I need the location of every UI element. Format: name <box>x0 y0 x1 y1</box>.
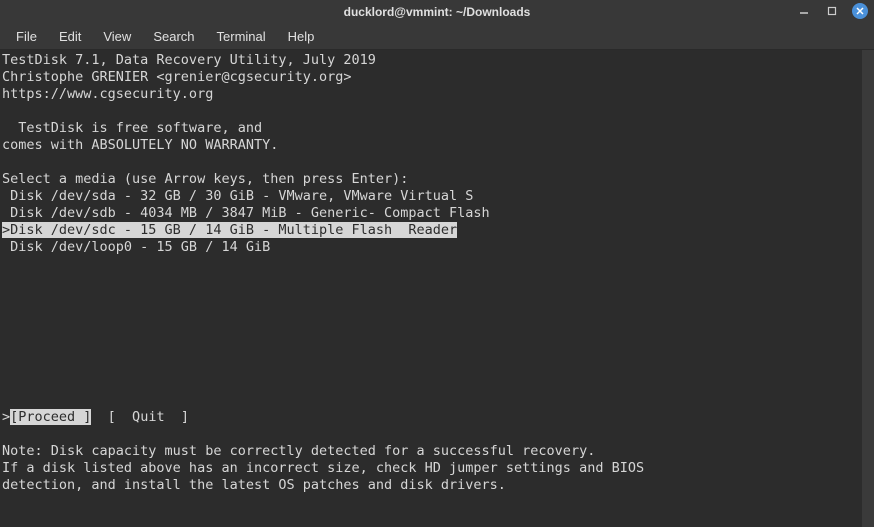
maximize-button[interactable] <box>824 3 840 19</box>
quit-option[interactable]: [ Quit ] <box>91 409 189 425</box>
terminal-output[interactable]: TestDisk 7.1, Data Recovery Utility, Jul… <box>0 50 874 527</box>
minimize-button[interactable] <box>796 3 812 19</box>
note-line: If a disk listed above has an incorrect … <box>2 460 644 476</box>
app-header-line: TestDisk 7.1, Data Recovery Utility, Jul… <box>2 52 376 68</box>
note-line: detection, and install the latest OS pat… <box>2 477 506 493</box>
menu-help[interactable]: Help <box>278 26 325 47</box>
menu-view[interactable]: View <box>93 26 141 47</box>
free-software-line: TestDisk is free software, and <box>2 120 262 136</box>
terminal-scrollbar[interactable] <box>862 50 874 527</box>
window-title: ducklord@vmmint: ~/Downloads <box>344 5 531 19</box>
select-prompt: Select a media (use Arrow keys, then pre… <box>2 171 408 187</box>
menu-terminal[interactable]: Terminal <box>207 26 276 47</box>
disk-option[interactable]: Disk /dev/sda - 32 GB / 30 GiB - VMware,… <box>2 188 473 204</box>
menu-search[interactable]: Search <box>143 26 204 47</box>
disk-option-selected[interactable]: >Disk /dev/sdc - 15 GB / 14 GiB - Multip… <box>2 222 457 238</box>
menu-file[interactable]: File <box>6 26 47 47</box>
window-controls <box>796 3 868 19</box>
warranty-line: comes with ABSOLUTELY NO WARRANTY. <box>2 137 278 153</box>
url-line: https://www.cgsecurity.org <box>2 86 213 102</box>
menu-edit[interactable]: Edit <box>49 26 91 47</box>
note-line: Note: Disk capacity must be correctly de… <box>2 443 595 459</box>
menubar: File Edit View Search Terminal Help <box>0 24 874 50</box>
disk-option[interactable]: Disk /dev/sdb - 4034 MB / 3847 MiB - Gen… <box>2 205 490 221</box>
action-cursor: > <box>2 409 10 425</box>
author-line: Christophe GRENIER <grenier@cgsecurity.o… <box>2 69 352 85</box>
titlebar: ducklord@vmmint: ~/Downloads <box>0 0 874 24</box>
disk-option[interactable]: Disk /dev/loop0 - 15 GB / 14 GiB <box>2 239 270 255</box>
proceed-option[interactable]: [Proceed ] <box>10 409 91 425</box>
close-button[interactable] <box>852 3 868 19</box>
